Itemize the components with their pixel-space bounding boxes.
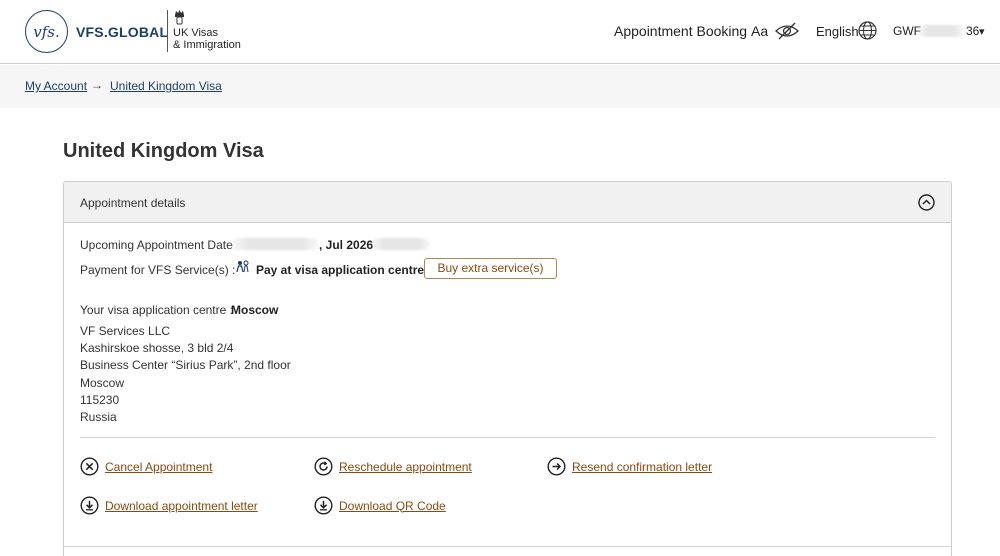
cancel-appointment-link[interactable]: Cancel Appointment bbox=[80, 457, 212, 476]
eye-slash-icon[interactable] bbox=[774, 21, 800, 41]
download-circle-icon bbox=[80, 496, 99, 515]
ukvi-wordmark: UK Visas & Immigration bbox=[173, 27, 241, 51]
ukvi-line1: UK Visas bbox=[173, 27, 219, 39]
account-prefix[interactable]: GWF bbox=[893, 24, 921, 38]
panel-header[interactable]: Appointment details bbox=[64, 182, 951, 223]
reschedule-appointment-label[interactable]: Reschedule appointment bbox=[339, 460, 472, 474]
date-label: Upcoming Appointment Date bbox=[80, 238, 233, 252]
ukvi-line2: & Immigration bbox=[173, 39, 241, 51]
top-header: vfs. VFS.GLOBAL UK Visas & Immigration A… bbox=[0, 0, 1000, 64]
address-line: 115230 bbox=[80, 393, 120, 407]
reschedule-appointment-link[interactable]: Reschedule appointment bbox=[314, 457, 472, 476]
payment-label: Payment for VFS Service(s) : bbox=[80, 263, 236, 277]
redacted-account-number bbox=[918, 25, 964, 37]
language-selector[interactable]: English bbox=[816, 24, 859, 39]
download-circle-icon bbox=[314, 496, 333, 515]
payment-people-icon bbox=[236, 260, 249, 273]
redacted-date-day bbox=[231, 238, 319, 250]
page-title: United Kingdom Visa bbox=[63, 140, 264, 162]
logo-separator bbox=[167, 10, 168, 52]
vfs-logo-icon[interactable]: vfs. bbox=[25, 10, 68, 53]
payment-value: Pay at visa application centre bbox=[256, 263, 425, 277]
resend-confirmation-label[interactable]: Resend confirmation letter bbox=[572, 460, 712, 474]
section-divider bbox=[80, 437, 935, 438]
breadcrumb-arrow-icon: → bbox=[91, 78, 103, 92]
download-qr-code-link[interactable]: Download QR Code bbox=[314, 496, 446, 515]
download-appointment-letter-link[interactable]: Download appointment letter bbox=[80, 496, 258, 515]
text-size-toggle[interactable]: Aa bbox=[751, 23, 768, 39]
globe-icon[interactable] bbox=[858, 21, 877, 40]
date-value: , Jul 2026 bbox=[319, 238, 374, 252]
reschedule-refresh-icon bbox=[314, 457, 333, 476]
address-line: Kashirskoe shosse, 3 bld 2/4 bbox=[80, 341, 234, 355]
breadcrumb-current[interactable]: United Kingdom Visa bbox=[110, 79, 222, 93]
brand-name[interactable]: VFS.GLOBAL bbox=[76, 24, 168, 40]
account-caret-icon[interactable]: ▾ bbox=[979, 25, 985, 38]
redacted-date-time bbox=[372, 238, 430, 250]
centre-value: Moscow bbox=[231, 303, 279, 317]
address-line: Moscow bbox=[80, 376, 125, 390]
resend-confirmation-link[interactable]: Resend confirmation letter bbox=[547, 457, 712, 476]
download-qr-code-label[interactable]: Download QR Code bbox=[339, 499, 446, 513]
panel-title: Appointment details bbox=[80, 196, 186, 210]
breadcrumb: My Account → United Kingdom Visa bbox=[0, 65, 1000, 108]
cancel-appointment-label[interactable]: Cancel Appointment bbox=[105, 460, 212, 474]
cancel-x-icon bbox=[80, 457, 99, 476]
address-line: Russia bbox=[80, 410, 117, 424]
account-suffix[interactable]: 36 bbox=[966, 24, 979, 38]
download-appointment-letter-label[interactable]: Download appointment letter bbox=[105, 499, 258, 513]
appointment-details-panel: Appointment details Upcoming Appointment… bbox=[63, 181, 952, 556]
logo-mark: vfs. bbox=[33, 22, 60, 41]
nav-appointment-booking[interactable]: Appointment Booking bbox=[614, 23, 747, 39]
address-line: Business Center “Sirius Park”, 2nd floor bbox=[80, 358, 291, 372]
arrow-right-circle-icon bbox=[547, 457, 566, 476]
panel-bottom-divider bbox=[64, 546, 951, 547]
collapse-chevron-up-icon[interactable] bbox=[918, 194, 935, 211]
breadcrumb-my-account[interactable]: My Account bbox=[25, 79, 87, 93]
crown-crest-icon bbox=[175, 10, 184, 25]
address-line: VF Services LLC bbox=[80, 324, 171, 338]
centre-label: Your visa application centre : bbox=[80, 303, 233, 317]
buy-extra-services-button[interactable]: Buy extra service(s) bbox=[424, 258, 557, 279]
